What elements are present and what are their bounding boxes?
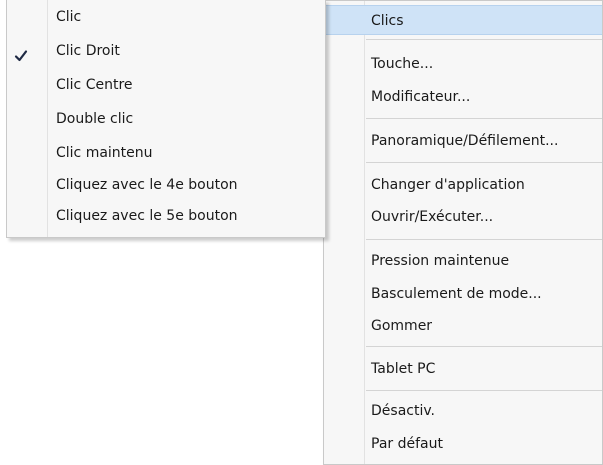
submenu-item-label: Double clic [56,111,134,127]
menu-item-panoramique[interactable]: Panoramique/Défilement... [324,126,602,156]
submenu-item-label: Cliquez avec le 4e bouton [56,177,238,193]
menu-item-label: Ouvrir/Exécuter... [371,209,494,225]
check-icon [14,44,28,62]
submenu-item-label: Cliquez avec le 5e bouton [56,208,238,224]
submenu-item-double-clic[interactable]: Double clic [7,104,325,134]
menu-separator [366,118,602,119]
menu-item-label: Désactiv. [371,403,435,419]
menu-separator [366,162,602,163]
menu-item-label: Touche... [371,56,434,72]
submenu-item-clic[interactable]: Clic [7,2,325,32]
clics-submenu: Clic Clic Droit Clic Centre Double clic … [6,0,326,238]
menu-item-label: Modificateur... [371,89,471,105]
submenu-item-label: Clic Centre [56,77,133,93]
menu-item-gommer[interactable]: Gommer [324,311,602,341]
menu-item-label: Pression maintenue [371,253,510,269]
menu-item-pression-maintenue[interactable]: Pression maintenue [324,246,602,276]
menu-item-label: Gommer [371,318,433,334]
menu-item-label: Par défaut [371,436,443,452]
submenu-item-label: Clic Droit [56,43,120,59]
menu-item-label: Clics [371,13,404,29]
menu-separator [366,346,602,347]
menu-separator [366,39,602,40]
submenu-item-clic-droit[interactable]: Clic Droit [7,36,325,66]
menu-item-modificateur[interactable]: Modificateur... [324,82,602,112]
menu-item-label: Changer d'application [371,177,525,193]
menu-item-tablet-pc[interactable]: Tablet PC [324,354,602,384]
menu-item-label: Panoramique/Défilement... [371,133,559,149]
submenu-item-4e-bouton[interactable]: Cliquez avec le 4e bouton [7,170,325,200]
menu-separator [366,390,602,391]
menu-item-par-defaut[interactable]: Par défaut [324,429,602,459]
submenu-item-label: Clic maintenu [56,145,153,161]
menu-item-ouvrir-executer[interactable]: Ouvrir/Exécuter... [324,202,602,232]
context-menu: Clics Touche... Modificateur... Panorami… [323,0,603,465]
menu-separator [366,239,602,240]
menu-item-label: Basculement de mode... [371,286,542,302]
menu-item-touche[interactable]: Touche... [324,49,602,79]
submenu-item-clic-maintenu[interactable]: Clic maintenu [7,138,325,168]
submenu-item-5e-bouton[interactable]: Cliquez avec le 5e bouton [7,201,325,231]
menu-item-desactiv[interactable]: Désactiv. [324,396,602,426]
menu-item-clics[interactable]: Clics [324,5,602,35]
menu-item-basculement-mode[interactable]: Basculement de mode... [324,279,602,309]
submenu-item-clic-centre[interactable]: Clic Centre [7,70,325,100]
menu-item-changer-application[interactable]: Changer d'application [324,170,602,200]
submenu-item-label: Clic [56,9,82,25]
menu-item-label: Tablet PC [371,361,436,377]
